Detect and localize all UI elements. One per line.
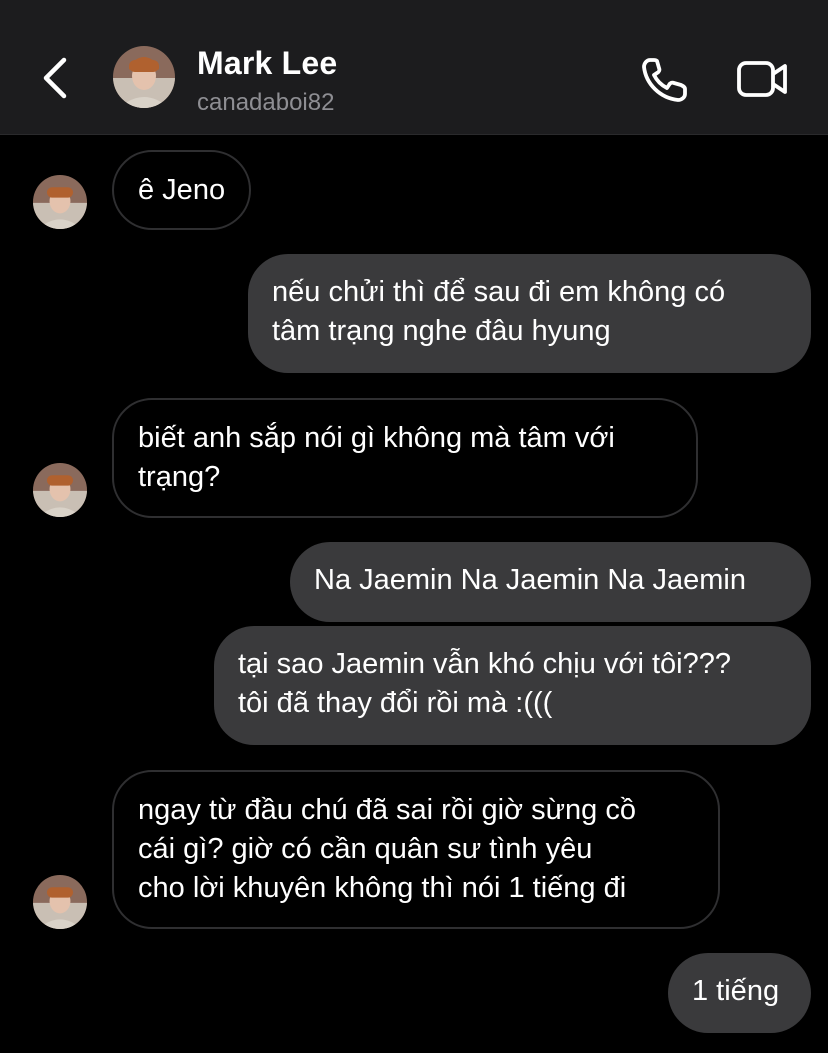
message-bubble-outgoing[interactable]: Na Jaemin Na Jaemin Na Jaemin — [290, 542, 811, 622]
message-text: cái gì? giờ có cần quân sư tình yêu — [138, 833, 593, 865]
message-bubble-outgoing[interactable]: 1 tiếng — [668, 953, 811, 1033]
chevron-left-icon — [43, 57, 67, 99]
avatar-image — [33, 175, 87, 229]
message-text: trạng? — [138, 461, 221, 493]
message-text: cho lời khuyên không thì nói 1 tiếng đi — [138, 872, 627, 904]
sender-avatar[interactable] — [33, 175, 87, 229]
message-text: Na Jaemin Na Jaemin Na Jaemin — [314, 564, 746, 596]
contact-username: canadaboi82 — [197, 89, 335, 116]
phone-icon — [642, 58, 687, 102]
avatar-image — [33, 463, 87, 517]
message-text: nếu chửi thì để sau đi em không có — [272, 276, 726, 308]
avatar-image — [33, 875, 87, 929]
message-bubble-outgoing[interactable]: nếu chửi thì để sau đi em không có tâm t… — [248, 254, 811, 373]
video-call-button[interactable] — [734, 56, 790, 102]
message-text: biết anh sắp nói gì không mà tâm với — [138, 422, 615, 454]
message-bubble-incoming[interactable]: ngay từ đầu chú đã sai rồi giờ sừng cồ c… — [112, 770, 720, 929]
back-button[interactable] — [36, 52, 76, 104]
message-text: tôi đã thay đổi rồi mà :((( — [238, 687, 553, 719]
sender-avatar[interactable] — [33, 875, 87, 929]
video-camera-icon — [737, 61, 787, 97]
message-text: tại sao Jaemin vẫn khó chịu với tôi??? — [238, 648, 731, 680]
message-bubble-outgoing[interactable]: tại sao Jaemin vẫn khó chịu với tôi??? t… — [214, 626, 811, 745]
message-text: ngay từ đầu chú đã sai rồi giờ sừng cồ — [138, 794, 636, 826]
message-bubble-incoming[interactable]: ê Jeno — [112, 150, 252, 230]
sender-avatar[interactable] — [33, 463, 87, 517]
message-text: tâm trạng nghe đâu hyung — [272, 315, 611, 347]
avatar-image — [113, 46, 175, 108]
message-text: 1 tiếng — [692, 975, 780, 1007]
contact-name[interactable]: Mark Lee — [197, 45, 337, 82]
contact-avatar[interactable] — [113, 46, 175, 108]
message-text: ê Jeno — [138, 174, 226, 206]
call-button[interactable] — [638, 54, 692, 104]
chat-header: Mark Lee canadaboi82 — [0, 0, 828, 135]
chat-screen: Mark Lee canadaboi82 ê Jeno nếu chửi thì — [0, 0, 828, 1053]
message-bubble-incoming[interactable]: biết anh sắp nói gì không mà tâm với trạ… — [112, 398, 698, 518]
